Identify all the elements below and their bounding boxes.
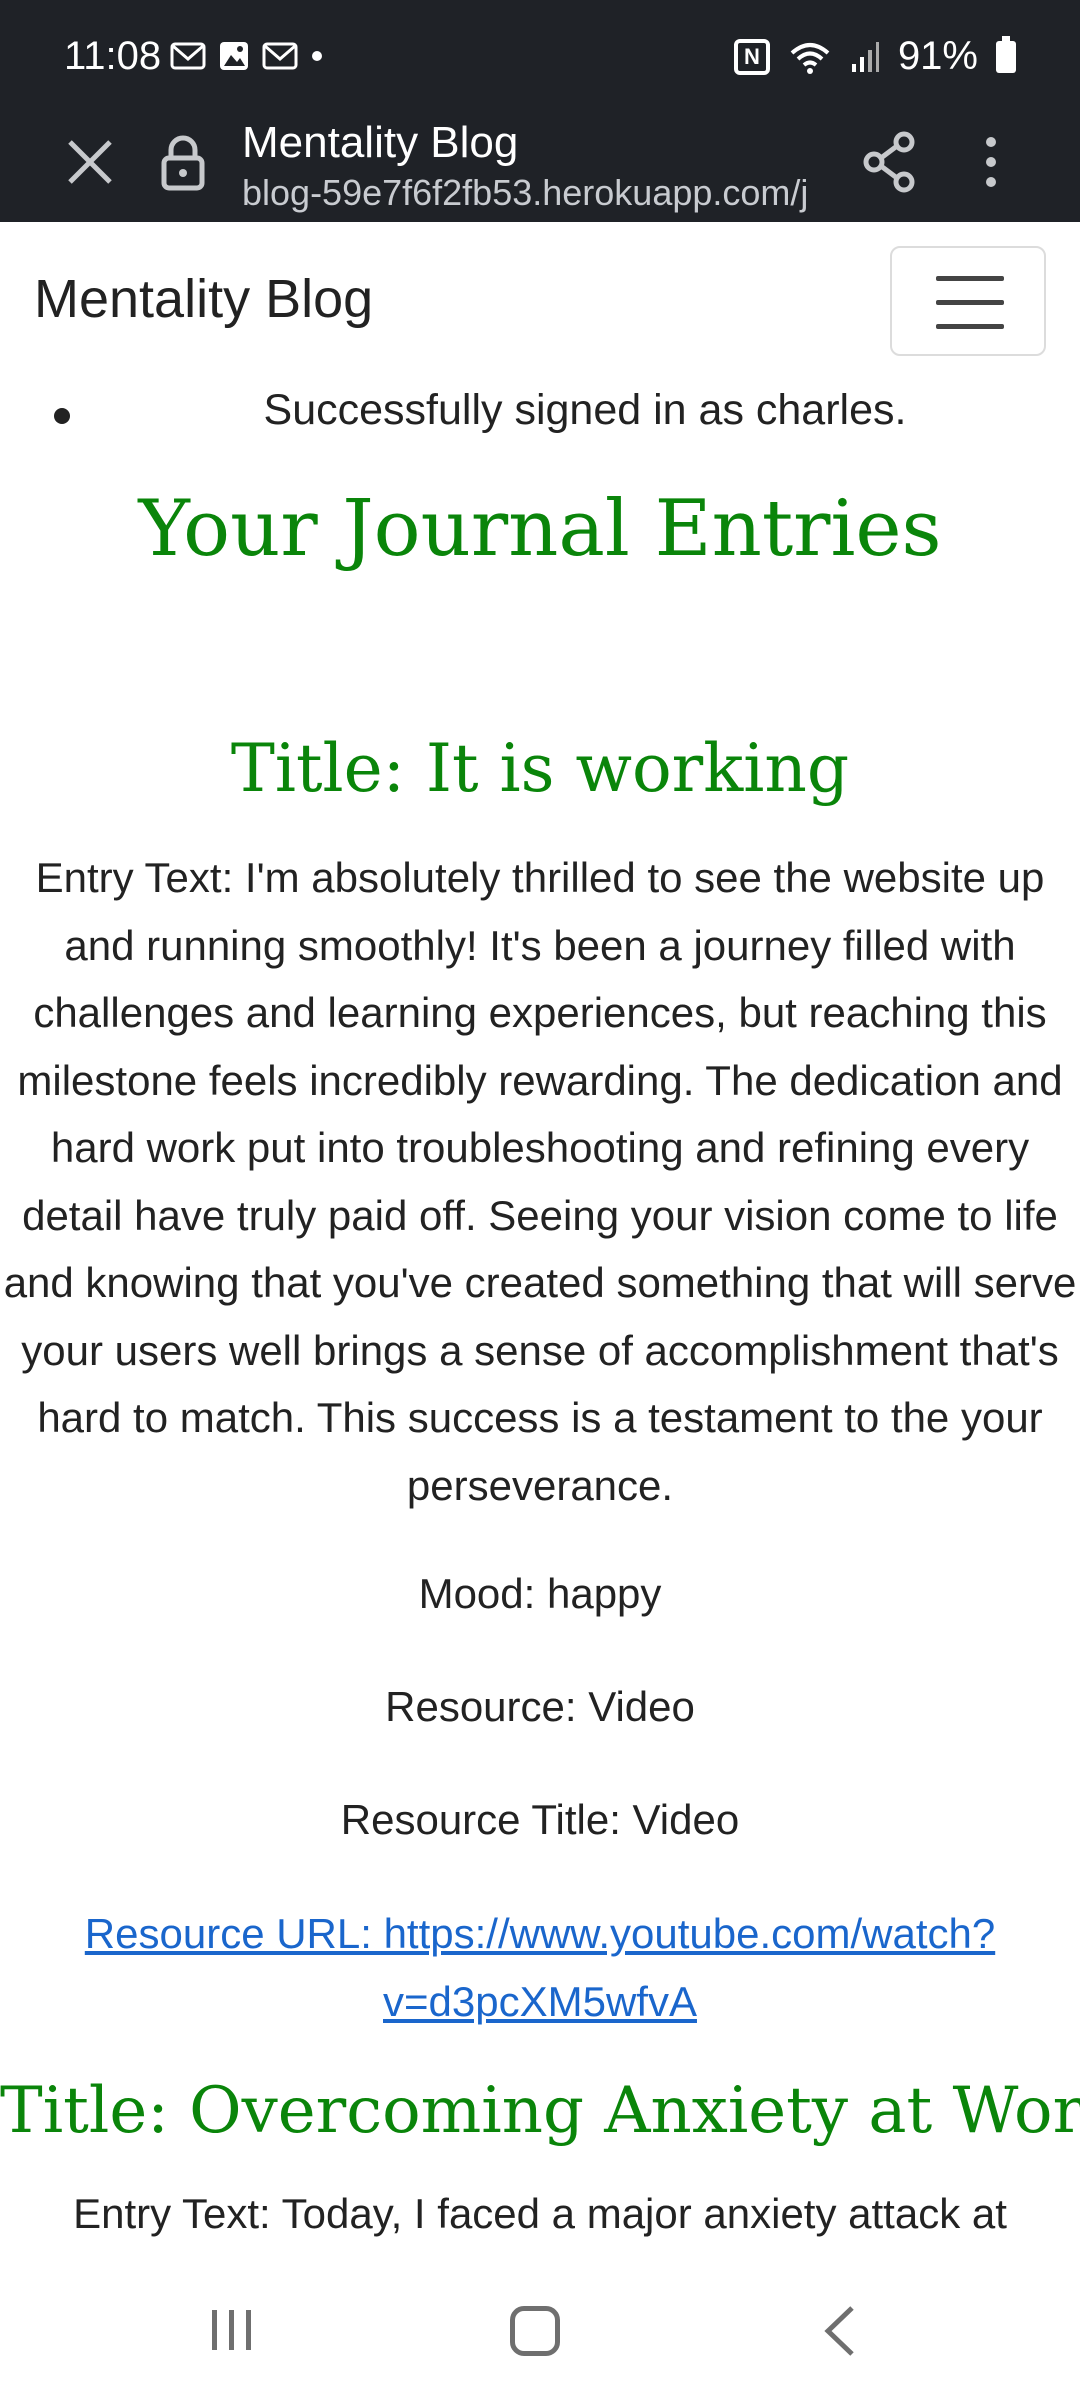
browser-toolbar: Mentality Blog blog-59e7f6f2fb53.herokua…: [0, 116, 1080, 222]
close-icon[interactable]: [60, 132, 120, 192]
status-right: N 91%: [733, 34, 1016, 79]
entry-text: Entry Text: Today, I faced a major anxie…: [73, 2190, 1007, 2237]
signal-icon: [851, 41, 879, 72]
home-icon[interactable]: [510, 2306, 560, 2356]
site-navbar: Mentality Blog: [0, 222, 1080, 372]
hamburger-icon: [936, 300, 1004, 305]
flash-text: Successfully signed in as charles.: [263, 386, 907, 434]
wifi-icon: [790, 42, 830, 74]
nfc-icon: N: [733, 38, 770, 75]
entry-text: Entry Text: I'm absolutely thrilled to s…: [3, 854, 1077, 1509]
gallery-icon: [220, 42, 248, 70]
notification-icons: [170, 40, 324, 72]
address-url[interactable]: blog-59e7f6f2fb53.herokuapp.com/j: [242, 172, 820, 214]
status-bar: 11:08 N 91%: [0, 0, 1080, 116]
entry-resource: Resource: Video: [385, 1683, 695, 1730]
resource-url-line[interactable]: v=d3pcXM5wfvA: [0, 1968, 1080, 2036]
lock-icon[interactable]: [160, 132, 206, 192]
hamburger-icon: [936, 276, 1004, 281]
battery-icon: [996, 35, 1016, 73]
system-navigation-bar: [0, 2260, 1080, 2400]
menu-toggle-button[interactable]: [890, 246, 1046, 356]
gmail-icon: [262, 42, 298, 70]
dot-icon: [312, 51, 322, 61]
share-icon[interactable]: [862, 130, 918, 194]
back-icon[interactable]: [820, 2304, 860, 2358]
more-options-icon[interactable]: [966, 130, 1016, 194]
entry-resource-title: Resource Title: Video: [340, 1796, 740, 1843]
entry-mood: Mood: happy: [418, 1570, 662, 1617]
gmail-icon: [170, 42, 206, 70]
battery-level: 91%: [897, 34, 978, 78]
status-time: 11:08: [64, 34, 162, 78]
tab-page-title[interactable]: Mentality Blog: [242, 118, 518, 168]
entry-title: Title: Overcoming Anxiety at Work: [0, 2074, 1080, 2148]
recent-apps-icon[interactable]: [208, 2308, 256, 2352]
entry-title: Title: It is working: [230, 730, 850, 807]
flash-message: Successfully signed in as charles.: [0, 378, 1080, 448]
resource-url-link[interactable]: Resource URL: https://www.youtube.com/wa…: [0, 1900, 1080, 2036]
page-title: Your Journal Entries: [138, 484, 942, 574]
resource-url-line[interactable]: Resource URL: https://www.youtube.com/wa…: [0, 1900, 1080, 1968]
hamburger-icon: [936, 324, 1004, 329]
site-brand[interactable]: Mentality Blog: [34, 268, 373, 330]
phone-screen: 11:08 N 91% Mentality Blog blog-59e7f6f2…: [0, 0, 1080, 2400]
